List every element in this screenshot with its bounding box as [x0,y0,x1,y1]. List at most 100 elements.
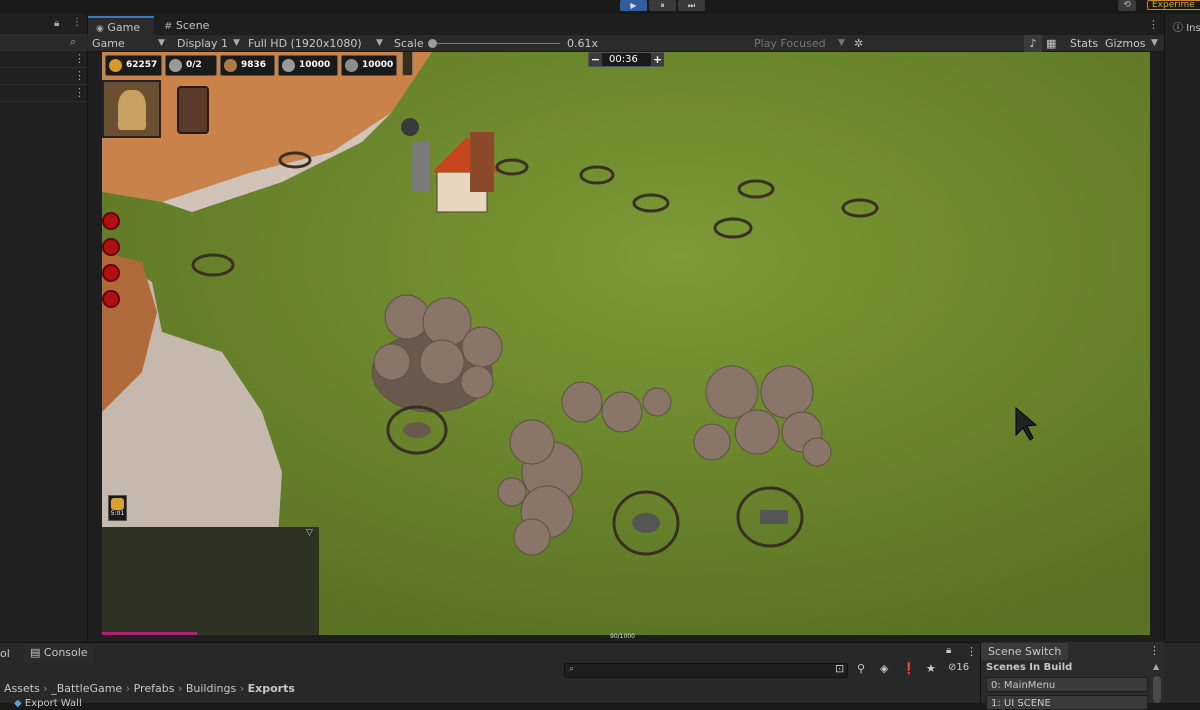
bug-icon[interactable]: ✲ [854,35,863,52]
left-row[interactable]: ⋮ [0,51,88,68]
grid-icon: # [164,21,173,32]
display-dropdown[interactable]: Display 1 ▼ [177,35,245,52]
unit-timer-text: 5:01 [110,510,125,517]
mute-audio-icon[interactable]: ♪ [1024,35,1042,52]
ability-button[interactable] [102,238,120,256]
pause-button[interactable]: ⏸ [649,0,676,11]
tab-console[interactable]: ▤ Console [24,644,94,662]
tab-inspector-label: Ins [1186,23,1200,34]
resource-gold: 62257 [105,55,162,76]
console-icon: ▤ [30,646,41,659]
grid-layout-icon[interactable]: ▦ [1046,35,1056,52]
wood-pile [403,422,431,438]
view-mode-label: Game [92,37,125,50]
chevron-down-icon: ▼ [233,38,240,48]
resolution-label: Full HD (1920x1080) [248,37,362,50]
speed-up-button[interactable]: + [651,53,664,66]
kebab-menu-icon[interactable]: ⋮ [72,17,82,28]
chevron-down-icon: ▼ [376,38,383,48]
resource-value: 10000 [299,60,331,70]
tab-console-label: Console [43,646,88,659]
tab-game[interactable]: ◉ Game [88,16,154,35]
progress-text: 90/1000 [610,633,635,640]
breadcrumb-separator: › [122,682,134,695]
prefab-icon: ◆ [14,698,22,709]
project-search-input[interactable]: ⌕ [564,663,848,678]
kebab-menu-icon[interactable]: ⋮ [966,645,977,658]
tab-inspector[interactable]: ⓘ Ins [1173,19,1200,34]
chevron-down-icon[interactable]: ▼ [1151,35,1158,52]
scale-slider-thumb[interactable] [428,39,437,48]
minimap[interactable] [102,527,319,635]
display-label: Display 1 [177,37,229,50]
left-search-row[interactable]: ⌕ [0,34,88,51]
resource-value: 9836 [241,60,267,70]
label-icon[interactable]: ◈ [880,662,888,675]
project-list-item[interactable]: ◆ Export Wall [14,698,82,710]
breadcrumb-item[interactable]: Prefabs [134,682,175,695]
hidden-packages-toggle[interactable]: ⊘16 [948,662,969,673]
game-toolbar: Game ▼ Display 1 ▼ Full HD (1920x1080) ▼… [88,35,1164,52]
experimental-badge[interactable]: Experime [1147,0,1200,10]
tab-scene-label: Scene [175,19,210,32]
left-row[interactable]: ⋮ [0,85,88,102]
speed-down-button[interactable]: − [589,53,602,66]
ability-button[interactable] [102,212,120,230]
tab-game-label: Game [107,21,141,34]
kebab-menu-icon[interactable]: ⋮ [1149,644,1160,657]
info-icon[interactable]: ❗ [902,662,916,675]
scrollbar[interactable] [1153,676,1161,703]
play-button[interactable]: ▶ [620,0,647,11]
wood-icon [224,59,237,72]
scenes-in-build-header: Scenes In Build [986,662,1073,673]
filter-icon[interactable]: ⚲ [857,662,865,675]
unit-timer-icon[interactable]: 5:01 [108,495,127,521]
chevron-down-icon: ▼ [838,38,845,48]
lock-icon[interactable]: 🔒︎ [54,18,59,29]
gizmos-button[interactable]: Gizmos [1105,35,1146,52]
stats-button[interactable]: Stats [1070,35,1098,52]
hero-portrait[interactable] [102,80,161,138]
info-icon: ⓘ [1173,23,1183,34]
search-icon: ⌕ [569,664,575,674]
breadcrumb-item[interactable]: Exports [248,682,295,695]
kebab-menu-icon[interactable]: ⋮ [1148,18,1159,31]
play-focused-dropdown[interactable]: Play Focused ▼ [754,35,848,52]
ability-button[interactable] [102,264,120,282]
hidden-count: 16 [956,662,970,673]
scene-item[interactable]: 0: MainMenu [986,677,1148,692]
resolution-dropdown[interactable]: Full HD (1920x1080) ▼ [248,35,388,52]
breadcrumb-item[interactable]: Buildings [186,682,236,695]
left-row[interactable]: ⋮ [0,68,88,85]
tab-scene[interactable]: # Scene [156,16,217,35]
gamepad-icon: ◉ [96,24,104,34]
resource-population: 0/2 [165,55,217,76]
kebab-menu-icon[interactable]: ⋮ [74,86,85,99]
timer-panel: − 00:36 + [588,52,664,67]
search-filter-icon[interactable]: ⌕ [70,35,76,49]
scale-label: Scale [394,37,424,50]
favorite-icon[interactable]: ★ [926,662,936,675]
play-focused-label: Play Focused [754,37,826,50]
step-button[interactable]: ⏭ [678,0,705,11]
resource-iron: 10000 [341,55,397,76]
breadcrumb-separator: › [236,682,248,695]
ability-button[interactable] [102,290,120,308]
chevron-up-icon[interactable]: ▲ [1153,662,1159,671]
tab-scene-switch[interactable]: Scene Switch [981,643,1069,660]
view-mode-dropdown[interactable]: Game ▼ [92,35,168,52]
breadcrumb-item[interactable]: Assets [4,682,40,695]
item-slot[interactable] [177,86,209,134]
resource-bar-expand-handle[interactable] [402,52,413,76]
tab-fragment[interactable]: ol [0,645,10,662]
scene-switch-panel: Scene Switch ⋮ Scenes In Build ▲ 0: Main… [980,642,1164,710]
chevron-down-icon: ▼ [158,38,165,48]
lock-icon[interactable]: 🔒︎ [946,645,951,656]
history-icon[interactable]: ⟲ [1118,0,1136,11]
search-by-type-icon[interactable]: ⊡ [835,662,844,675]
scale-slider-track[interactable] [430,43,560,44]
kebab-menu-icon[interactable]: ⋮ [74,69,85,82]
game-viewport[interactable]: 62257 0/2 9836 10000 10000 − 00:36 + 5:01 ▽ [102,52,1150,635]
kebab-menu-icon[interactable]: ⋮ [74,52,85,65]
breadcrumb-item[interactable]: _BattleGame [51,682,122,695]
